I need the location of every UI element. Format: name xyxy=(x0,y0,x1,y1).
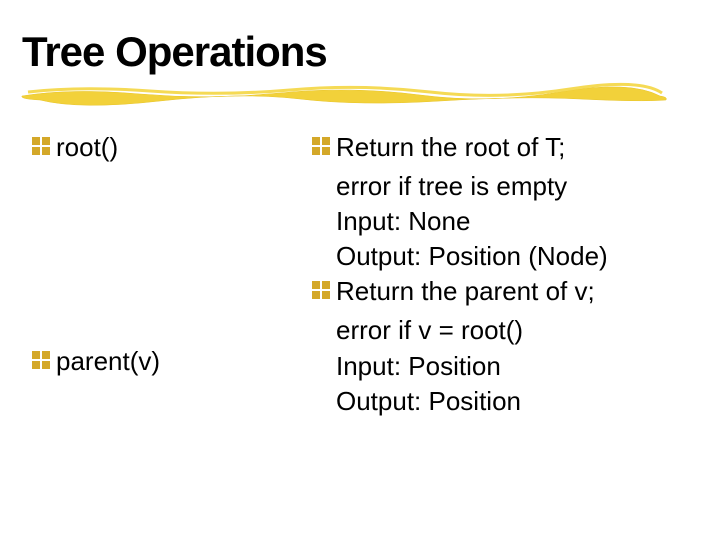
bullet-icon xyxy=(32,351,50,369)
bullet-icon xyxy=(312,281,330,299)
right-root-line3: Input: None xyxy=(312,204,680,239)
left-item-parent: parent(v) xyxy=(32,344,312,379)
left-column: root() parent(v) xyxy=(32,130,312,419)
left-item-root-text: root() xyxy=(56,130,118,165)
right-block-parent: Return the parent of v; xyxy=(312,274,680,309)
right-parent-line2: error if v = root() xyxy=(312,313,680,348)
title-underline xyxy=(20,82,670,106)
slide-title: Tree Operations xyxy=(22,28,327,76)
right-block-root: Return the root of T; xyxy=(312,130,680,165)
right-parent-line4: Output: Position xyxy=(312,384,680,419)
right-parent-line3: Input: Position xyxy=(312,349,680,384)
right-column: Return the root of T; error if tree is e… xyxy=(312,130,680,419)
bullet-icon xyxy=(32,137,50,155)
bullet-icon xyxy=(312,137,330,155)
right-parent-line1: Return the parent of v; xyxy=(336,274,595,309)
right-root-line4: Output: Position (Node) xyxy=(312,239,680,274)
left-item-root: root() xyxy=(32,130,312,165)
left-item-parent-text: parent(v) xyxy=(56,344,160,379)
right-root-line1: Return the root of T; xyxy=(336,130,565,165)
right-root-line2: error if tree is empty xyxy=(312,169,680,204)
content-area: root() parent(v) xyxy=(32,130,680,419)
left-spacer xyxy=(32,169,312,344)
